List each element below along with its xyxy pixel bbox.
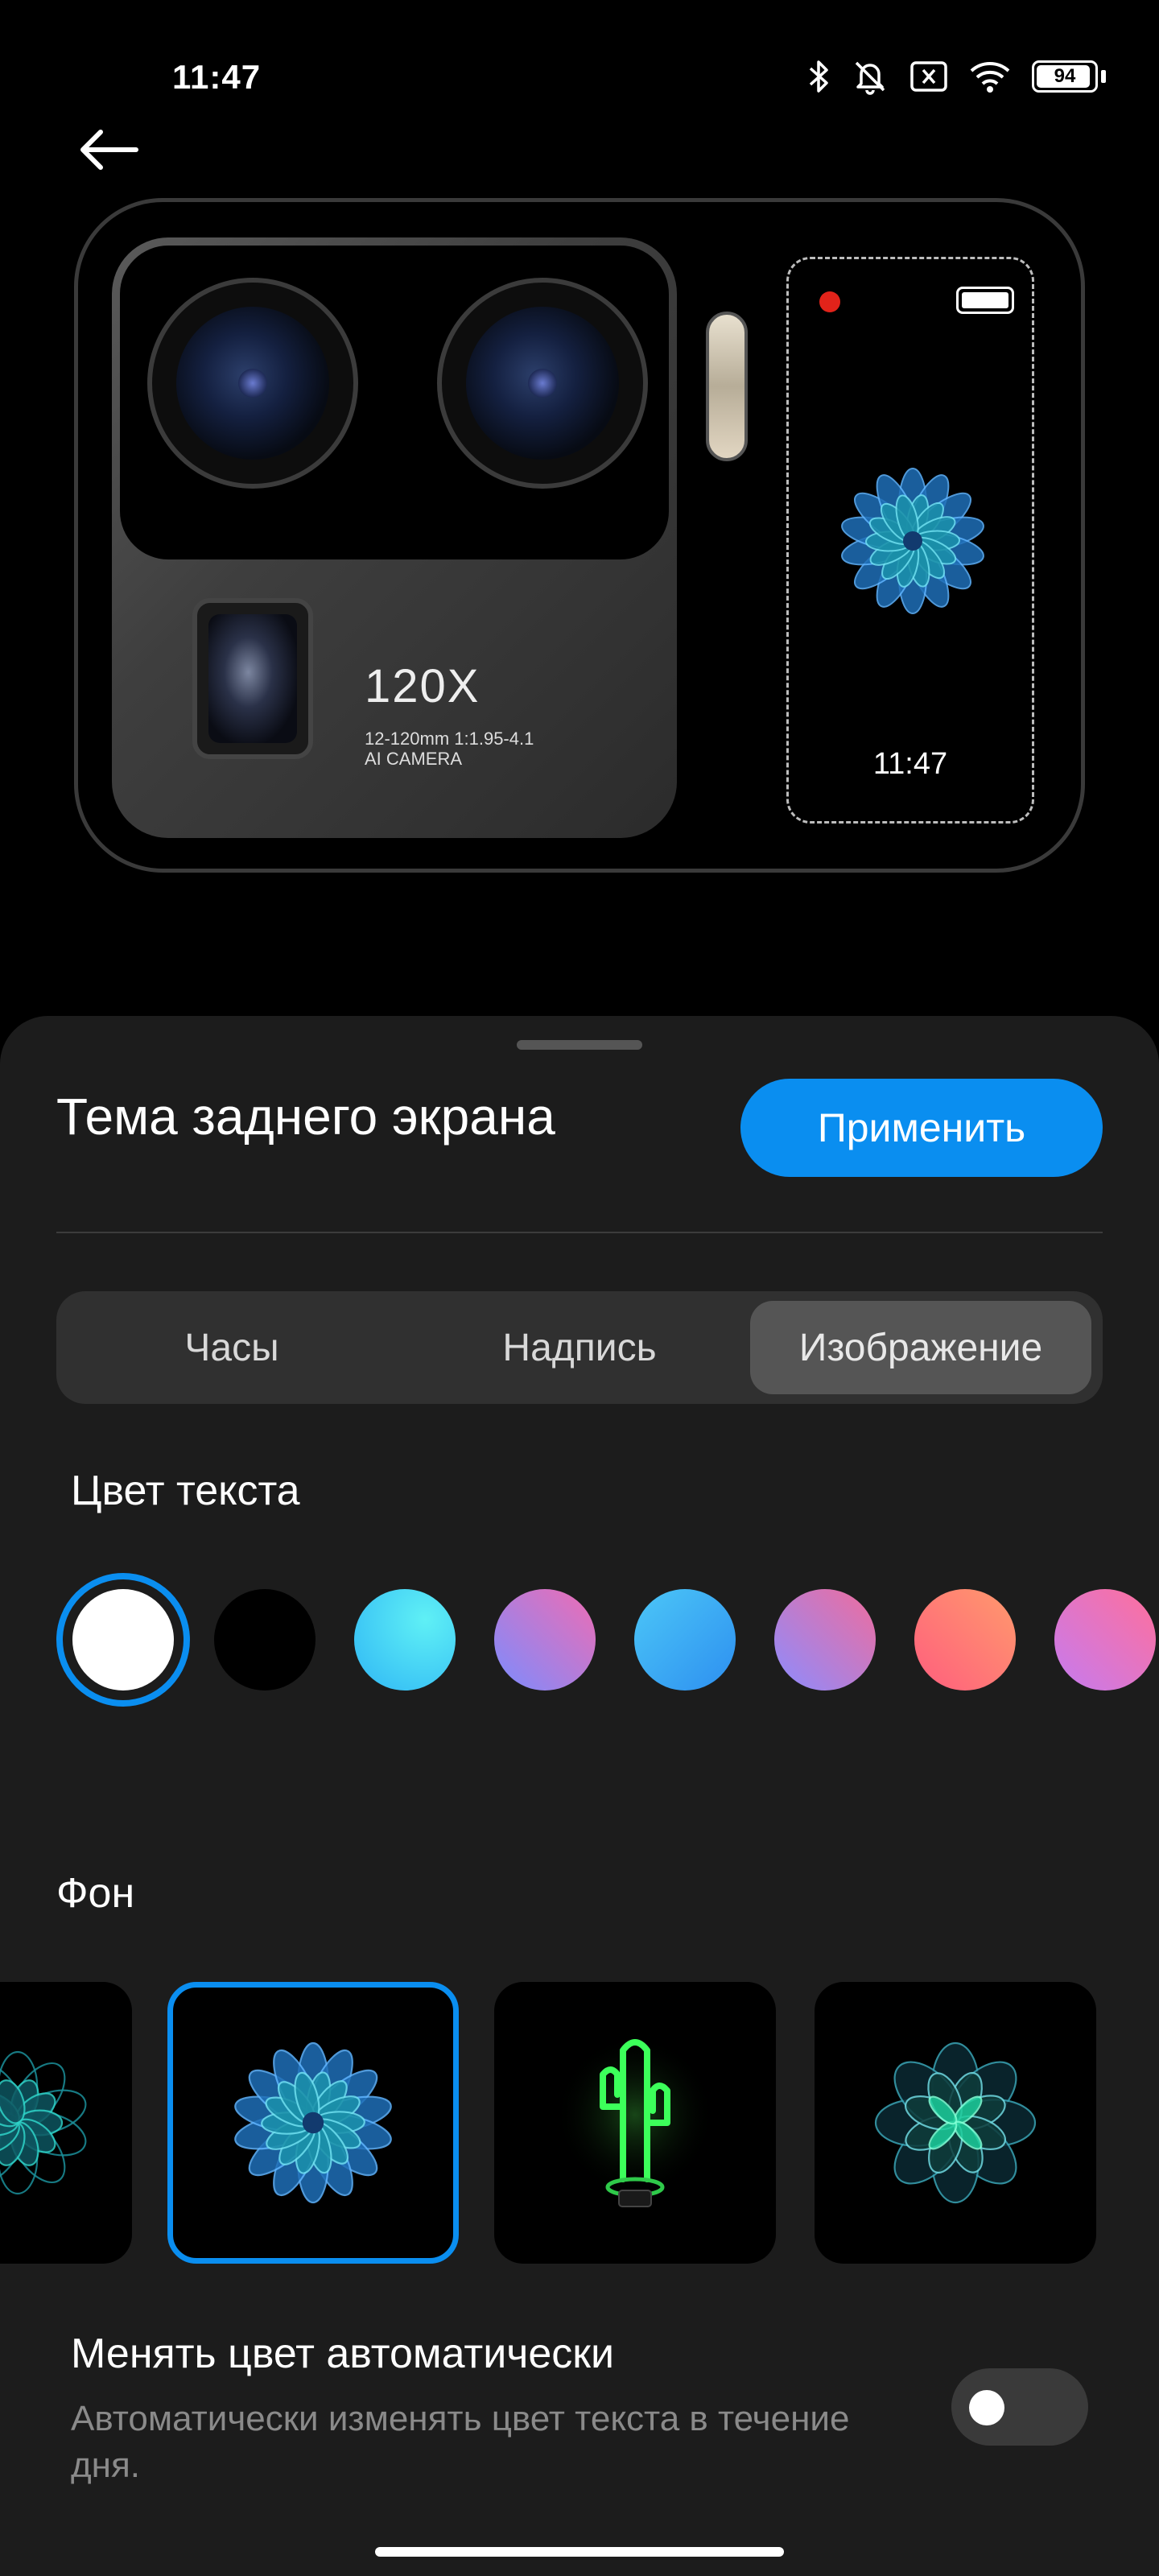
kaleidoscope-image — [874, 2041, 1037, 2204]
auto-color-toggle[interactable] — [951, 2368, 1088, 2446]
neon-cactus-image — [555, 2034, 716, 2207]
status-bar: 11:47 94 — [0, 0, 1159, 161]
rear-screen-time: 11:47 — [872, 747, 948, 781]
background-tile-mandala[interactable] — [0, 1982, 132, 2264]
rear-battery-icon — [956, 287, 1014, 314]
camera-specs: 12-120mm 1:1.95-4.1 AI CAMERA — [365, 729, 534, 769]
silent-bell-icon — [852, 58, 889, 95]
mandala-image — [0, 2050, 87, 2195]
swatch-sky-blue[interactable] — [634, 1589, 736, 1690]
rear-screen-preview: 11:47 — [786, 257, 1034, 824]
camera-module: 120X 12-120mm 1:1.95-4.1 AI CAMERA — [112, 237, 677, 838]
main-lens — [147, 278, 358, 489]
status-icons: 94 — [806, 58, 1106, 95]
background-label: Фон — [56, 1870, 135, 1917]
sheet-handle[interactable] — [517, 1040, 642, 1050]
sheet-title: Тема заднего экрана — [56, 1088, 555, 1146]
background-tile-kaleidoscope[interactable] — [815, 1982, 1096, 2264]
toggle-knob — [969, 2390, 1004, 2425]
swatch-white-selected[interactable] — [56, 1573, 190, 1707]
ultrawide-lens — [437, 278, 648, 489]
camera-spec-line2: AI CAMERA — [365, 749, 463, 769]
recording-dot — [819, 291, 840, 312]
phone-back-preview: 120X 12-120mm 1:1.95-4.1 AI CAMERA 11:47 — [74, 198, 1085, 873]
text-color-label: Цвет текста — [71, 1468, 300, 1514]
bluetooth-icon — [806, 59, 831, 94]
swatch-black[interactable] — [214, 1589, 316, 1690]
swatch-coral[interactable] — [914, 1589, 1016, 1690]
theme-type-tabs: Часы Надпись Изображение — [56, 1291, 1103, 1404]
wifi-icon — [969, 60, 1011, 93]
home-indicator[interactable] — [375, 2547, 784, 2557]
battery-cap — [1101, 70, 1106, 83]
battery-percent: 94 — [1054, 65, 1076, 87]
tab-clock[interactable]: Часы — [61, 1301, 402, 1394]
swatch-violet-rose[interactable] — [774, 1589, 876, 1690]
periscope-lens — [192, 598, 313, 759]
no-sim-icon — [909, 60, 948, 93]
background-tile-flower[interactable] — [167, 1982, 459, 2264]
battery-icon: 94 — [1032, 60, 1098, 93]
flower-image — [234, 2041, 392, 2204]
camera-flash — [706, 312, 748, 461]
tab-text[interactable]: Надпись — [409, 1301, 750, 1394]
back-button[interactable] — [72, 121, 145, 179]
auto-color-description: Автоматически изменять цвет текста в теч… — [71, 2399, 850, 2485]
flower-image — [841, 468, 984, 614]
auto-color-title: Менять цвет автоматически — [71, 2330, 615, 2377]
swatch-pink[interactable] — [1054, 1589, 1156, 1690]
camera-model-label: 120X — [365, 660, 481, 712]
camera-spec-line1: 12-120mm 1:1.95-4.1 — [365, 729, 534, 749]
swatch-cyan[interactable] — [354, 1589, 456, 1690]
swatch-purple-pink[interactable] — [494, 1589, 596, 1690]
camera-top-panel — [120, 246, 669, 559]
tab-image[interactable]: Изображение — [750, 1301, 1091, 1394]
swatch-white — [72, 1589, 174, 1690]
apply-button[interactable]: Применить — [740, 1079, 1103, 1177]
status-time: 11:47 — [172, 58, 262, 96]
back-arrow-icon — [80, 130, 138, 170]
divider — [56, 1232, 1103, 1233]
theme-bottom-sheet: Тема заднего экрана Применить Часы Надпи… — [0, 1016, 1159, 2576]
background-tile-cactus[interactable] — [494, 1982, 776, 2264]
